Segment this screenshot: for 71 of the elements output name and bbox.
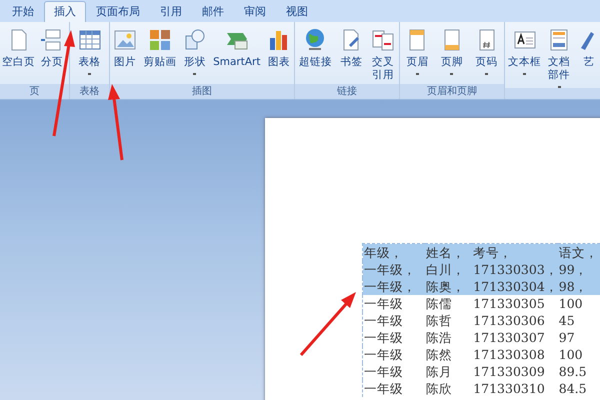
clip-art-icon	[148, 28, 172, 52]
group-label: 页眉和页脚	[400, 84, 504, 99]
table-cell: 语文，	[558, 244, 600, 261]
ribbon-button[interactable]: 页码	[474, 28, 500, 84]
ribbon-tab[interactable]: 邮件	[192, 1, 234, 22]
table-cell-text: 陈月	[425, 363, 453, 380]
table-cell: 98，	[558, 278, 600, 295]
table-cell-text: 45	[558, 312, 576, 329]
table-cell-text: 一年级	[363, 380, 404, 397]
group-label: 链接	[295, 84, 399, 99]
table-cell: 171330304，	[472, 278, 558, 295]
table-icon	[78, 28, 102, 52]
ribbon-tab[interactable]: 视图	[276, 1, 318, 22]
table-cell-text: 171330310	[472, 380, 546, 397]
table-cell-text: 一年级	[363, 329, 404, 346]
table-cell-text: 171330307	[472, 329, 546, 346]
table-cell-text: 84.5	[558, 380, 588, 397]
table-cell-text: 97	[558, 329, 576, 346]
table-cell-text: 171330308	[472, 346, 546, 363]
table-cell: 一年级	[362, 295, 425, 312]
ribbon-button[interactable]: 图表	[266, 28, 292, 84]
table-cell-text: 陈哲	[425, 312, 453, 329]
ribbon-button[interactable]: 页眉	[404, 28, 430, 84]
table-cell: 171330303，	[472, 261, 558, 278]
ribbon-button[interactable]: SmartArt	[212, 28, 262, 84]
table-cell-text: 一年级	[363, 346, 404, 363]
picture-icon	[113, 28, 138, 52]
table-cell-text: 171330306	[472, 312, 546, 329]
ribbon-tab[interactable]: 页面布局	[86, 1, 150, 22]
ribbon-button[interactable]: 剪贴画	[142, 28, 178, 84]
ribbon-button[interactable]: 书签	[338, 28, 364, 84]
table-cell-text: 89.5	[558, 363, 588, 380]
ribbon-tab[interactable]: 引用	[150, 1, 192, 22]
table-cell: 年级，	[362, 244, 425, 261]
ribbon-button[interactable]: 页脚	[438, 28, 465, 84]
table-cell: 171330305	[472, 295, 558, 312]
ribbon-button[interactable]: 文本框	[507, 28, 542, 88]
table-cell: 陈奥，	[425, 278, 472, 295]
ribbon-tab[interactable]: 插入	[44, 1, 86, 22]
shapes-icon	[182, 28, 207, 52]
table-cell: 100	[558, 295, 600, 312]
ribbon-tab[interactable]: 开始	[2, 1, 44, 22]
table-cell: 99，	[558, 261, 600, 278]
table-cell: 陈儒	[425, 295, 472, 312]
table-cell-text: 一年级	[363, 363, 404, 380]
table-cell-text: 陈然	[425, 346, 453, 363]
ribbon-button[interactable]: 形状	[182, 28, 208, 84]
ribbon-button[interactable]: 分页	[39, 28, 65, 84]
table-cell: 一年级，	[362, 261, 425, 278]
table-cell-text: 陈欣	[425, 380, 453, 397]
group-label: 插图	[110, 84, 294, 99]
ribbon-button[interactable]: 文档部件	[546, 28, 572, 88]
table-cell-text: 171330309	[472, 363, 546, 380]
group-label: 表格	[70, 84, 109, 99]
table-cell-text: 100	[558, 346, 584, 363]
table-cell: 姓名，	[425, 244, 472, 261]
table-cell-text: 陈浩	[425, 329, 453, 346]
table-cell: 一年级，	[362, 278, 425, 295]
annotation-arrow	[300, 292, 356, 356]
ribbon-button[interactable]: 交叉引用	[370, 28, 396, 84]
ribbon-tab[interactable]: 审阅	[234, 1, 276, 22]
ribbon-button[interactable]: 艺	[576, 28, 600, 88]
ribbon-button[interactable]: 空白页	[1, 28, 36, 84]
table-cell-text: 一年级	[363, 312, 404, 329]
group-label: 页	[0, 84, 69, 99]
table-cell: 考号，	[472, 244, 558, 261]
ribbon-button[interactable]: 超链接	[298, 28, 333, 84]
ribbon-button[interactable]: 表格	[76, 28, 102, 84]
cross-reference-icon	[371, 28, 396, 52]
ribbon-button[interactable]: 图片	[112, 28, 138, 84]
table-cell: 白川，	[425, 261, 472, 278]
